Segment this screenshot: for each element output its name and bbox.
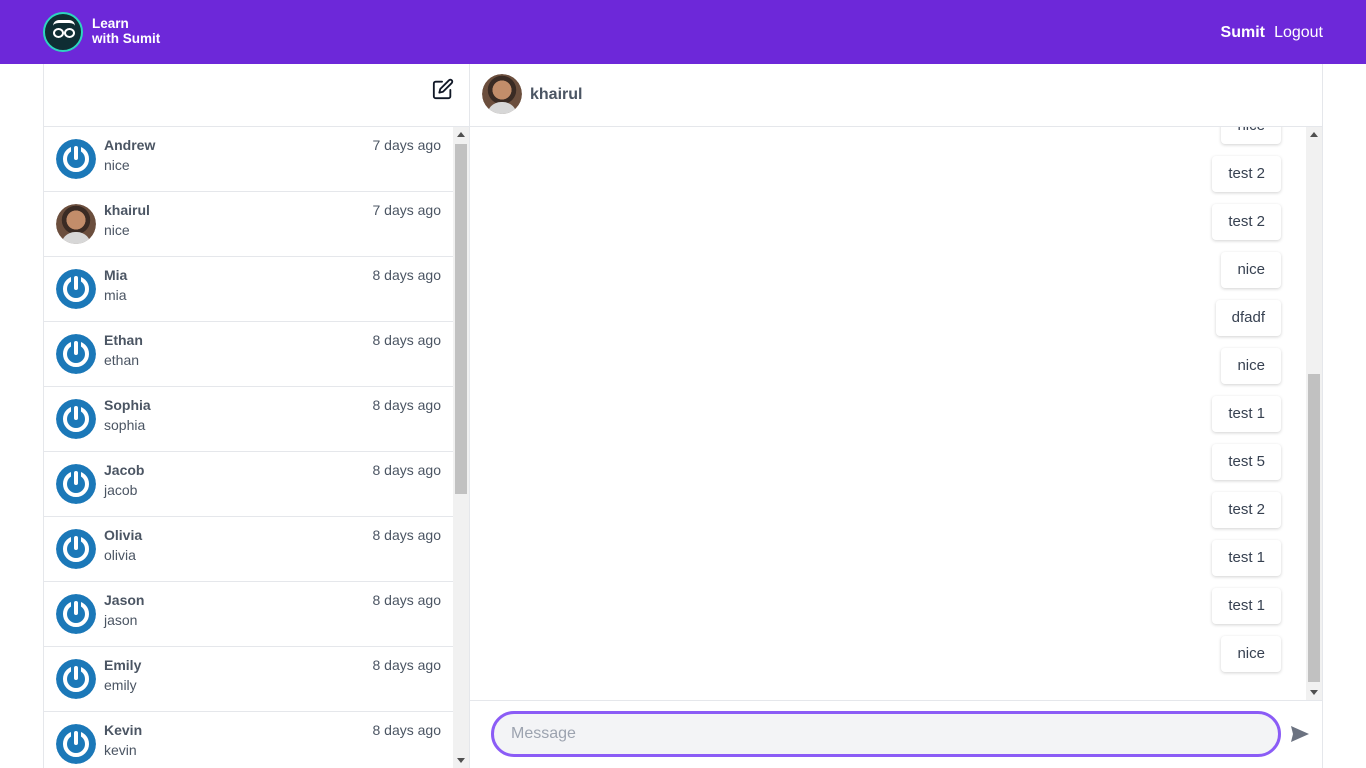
conversation-name: Kevin	[104, 722, 143, 738]
message-bubble: test 2	[1212, 156, 1281, 192]
conversation-avatar	[56, 529, 96, 569]
conversation-last-message: ethan	[104, 352, 140, 368]
conversation-item[interactable]: khairul 7 days ago nice	[44, 192, 453, 257]
message-input[interactable]	[491, 711, 1281, 757]
conversation-time: 8 days ago	[372, 267, 442, 283]
conversation-time: 8 days ago	[372, 527, 442, 543]
conversation-last-message: jacob	[104, 482, 138, 498]
conversation-avatar	[56, 399, 96, 439]
message-bubble: test 2	[1212, 204, 1281, 240]
message-list: nice test 2 test 2 nice dfadf nice test 1 test …	[470, 127, 1306, 700]
conversation-last-message: kevin	[104, 742, 137, 758]
conversation-avatar	[56, 724, 96, 764]
conversation-sidebar: Andrew 7 days ago nice khairul 7 days ago nic…	[43, 64, 470, 768]
chat-panel: khairul nice test 2 test 2 nice dfadf nice tes…	[470, 64, 1323, 768]
conversation-item[interactable]: Jacob 8 days ago jacob	[44, 452, 453, 517]
conversation-last-message: mia	[104, 287, 127, 303]
message-bubble: nice	[1221, 348, 1281, 384]
conversation-name: Ethan	[104, 332, 143, 348]
message-bubble: test 2	[1212, 492, 1281, 528]
conversation-item[interactable]: Emily 8 days ago emily	[44, 647, 453, 712]
scroll-up-arrow-icon[interactable]	[457, 132, 465, 137]
conversation-time: 7 days ago	[372, 137, 442, 153]
scrollbar-thumb[interactable]	[1308, 374, 1320, 682]
scrollbar-thumb[interactable]	[455, 144, 467, 494]
conversation-list: Andrew 7 days ago nice khairul 7 days ago nic…	[44, 127, 453, 768]
message-bubble: test 1	[1212, 540, 1281, 576]
conversation-last-message: sophia	[104, 417, 146, 433]
conversation-time: 8 days ago	[372, 332, 442, 348]
power-icon	[56, 464, 96, 504]
conversation-time: 7 days ago	[372, 202, 442, 218]
message-bubble: test 1	[1212, 396, 1281, 432]
conversation-avatar	[56, 594, 96, 634]
conversation-avatar	[56, 334, 96, 374]
conversation-last-message: emily	[104, 677, 137, 693]
conversation-avatar	[56, 139, 96, 179]
sidebar-header	[44, 64, 470, 127]
message-bubble: nice	[1221, 252, 1281, 288]
message-composer	[470, 700, 1322, 768]
conversation-time: 8 days ago	[372, 592, 442, 608]
conversation-item[interactable]: Sophia 8 days ago sophia	[44, 387, 453, 452]
message-bubble: test 5	[1212, 444, 1281, 480]
message-bubble: nice	[1221, 636, 1281, 672]
message-list-scrollbar[interactable]	[1306, 127, 1322, 700]
conversation-last-message: olivia	[104, 547, 136, 563]
current-user-name: Sumit	[1220, 24, 1265, 41]
top-navbar: Learn with Sumit Sumit Logout	[0, 0, 1366, 64]
conversation-name: Mia	[104, 267, 128, 283]
chat-header: khairul	[470, 64, 1322, 127]
chat-partner-name: khairul	[530, 86, 583, 103]
conversation-name: Jason	[104, 592, 145, 608]
brand-line-1: Learn	[92, 16, 129, 31]
scroll-down-arrow-icon[interactable]	[457, 758, 465, 763]
conversation-item[interactable]: Olivia 8 days ago olivia	[44, 517, 453, 582]
conversation-item[interactable]: Kevin 8 days ago kevin	[44, 712, 453, 768]
scroll-up-arrow-icon[interactable]	[1310, 132, 1318, 137]
conversation-name: khairul	[104, 202, 150, 218]
conversation-name: Emily	[104, 657, 142, 673]
brand-line-2: with Sumit	[92, 31, 161, 46]
conversation-avatar	[56, 269, 96, 309]
logout-link[interactable]: Logout	[1274, 24, 1323, 42]
message-bubble: test 1	[1212, 588, 1281, 624]
conversation-avatar	[56, 659, 96, 699]
power-icon	[56, 334, 96, 374]
conversation-name: Olivia	[104, 527, 143, 543]
conversation-avatar	[56, 204, 96, 244]
conversation-last-message: jason	[104, 612, 138, 628]
conversation-item[interactable]: Ethan 8 days ago ethan	[44, 322, 453, 387]
power-icon	[56, 724, 96, 764]
conversation-avatar	[56, 464, 96, 504]
conversation-time: 8 days ago	[372, 657, 442, 673]
conversation-last-message: nice	[104, 222, 130, 238]
conversation-item[interactable]: Andrew 7 days ago nice	[44, 127, 453, 192]
edit-icon[interactable]	[432, 78, 454, 100]
conversation-item[interactable]: Jason 8 days ago jason	[44, 582, 453, 647]
conversation-list-scrollbar[interactable]	[453, 127, 469, 768]
user-photo	[56, 204, 96, 244]
send-icon[interactable]	[1290, 725, 1310, 743]
message-bubble: nice	[1221, 127, 1281, 144]
conversation-name: Jacob	[104, 462, 145, 478]
power-icon	[56, 529, 96, 569]
power-icon	[56, 399, 96, 439]
message-bubble: dfadf	[1215, 300, 1281, 336]
power-icon	[56, 269, 96, 309]
conversation-name: Andrew	[104, 137, 156, 153]
conversation-name: Sophia	[104, 397, 151, 413]
scroll-down-arrow-icon[interactable]	[1310, 690, 1318, 695]
conversation-time: 8 days ago	[372, 462, 442, 478]
conversation-last-message: nice	[104, 157, 130, 173]
conversation-time: 8 days ago	[372, 397, 442, 413]
chat-partner-avatar	[482, 74, 522, 114]
conversation-time: 8 days ago	[372, 722, 442, 738]
logo-icon[interactable]	[43, 12, 83, 52]
conversation-item[interactable]: Mia 8 days ago mia	[44, 257, 453, 322]
power-icon	[56, 659, 96, 699]
power-icon	[56, 139, 96, 179]
power-icon	[56, 594, 96, 634]
brand-name[interactable]: Learn with Sumit	[92, 16, 160, 46]
